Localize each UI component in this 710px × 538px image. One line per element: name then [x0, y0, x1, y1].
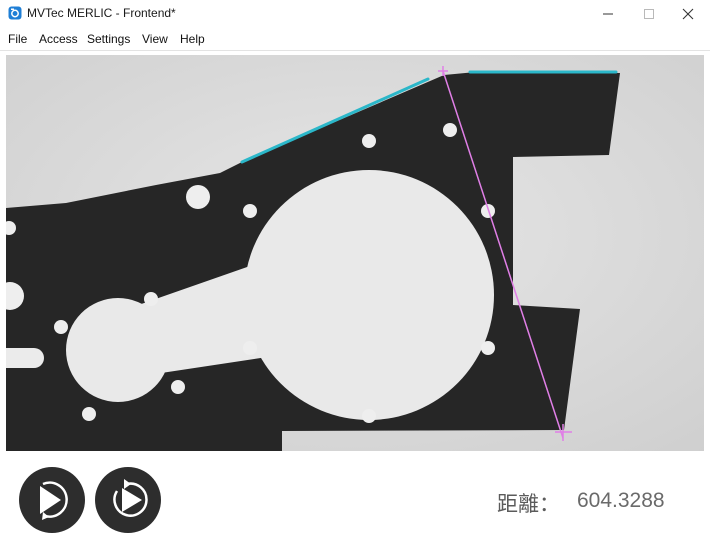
- single-run-button[interactable]: [19, 467, 85, 533]
- single-run-icon: [40, 481, 68, 520]
- maximize-button[interactable]: [629, 0, 669, 28]
- inspection-image: [6, 55, 704, 451]
- minimize-icon: [603, 13, 613, 15]
- close-icon: [682, 8, 694, 20]
- distance-label: 距離：: [497, 492, 560, 516]
- menu-view[interactable]: View: [142, 32, 168, 46]
- left-slot: [6, 348, 44, 368]
- menu-help[interactable]: Help: [180, 32, 205, 46]
- maximize-icon: [644, 9, 654, 19]
- close-button[interactable]: [668, 0, 708, 28]
- window-title: MVTec MERLIC - Frontend*: [27, 6, 176, 20]
- continuous-run-button[interactable]: [95, 467, 161, 533]
- minimize-button[interactable]: [588, 0, 628, 28]
- menu-access[interactable]: Access: [39, 32, 78, 46]
- distance-value: 604.3288: [577, 489, 665, 512]
- continuous-run-icon: [113, 479, 148, 517]
- menu-settings[interactable]: Settings: [87, 32, 130, 46]
- camera-icon: [8, 6, 22, 20]
- image-viewer[interactable]: [6, 55, 704, 451]
- menu-file[interactable]: File: [8, 32, 27, 46]
- menu-bar: File Access Settings View Help: [0, 28, 710, 51]
- title-bar: MVTec MERLIC - Frontend*: [0, 0, 710, 28]
